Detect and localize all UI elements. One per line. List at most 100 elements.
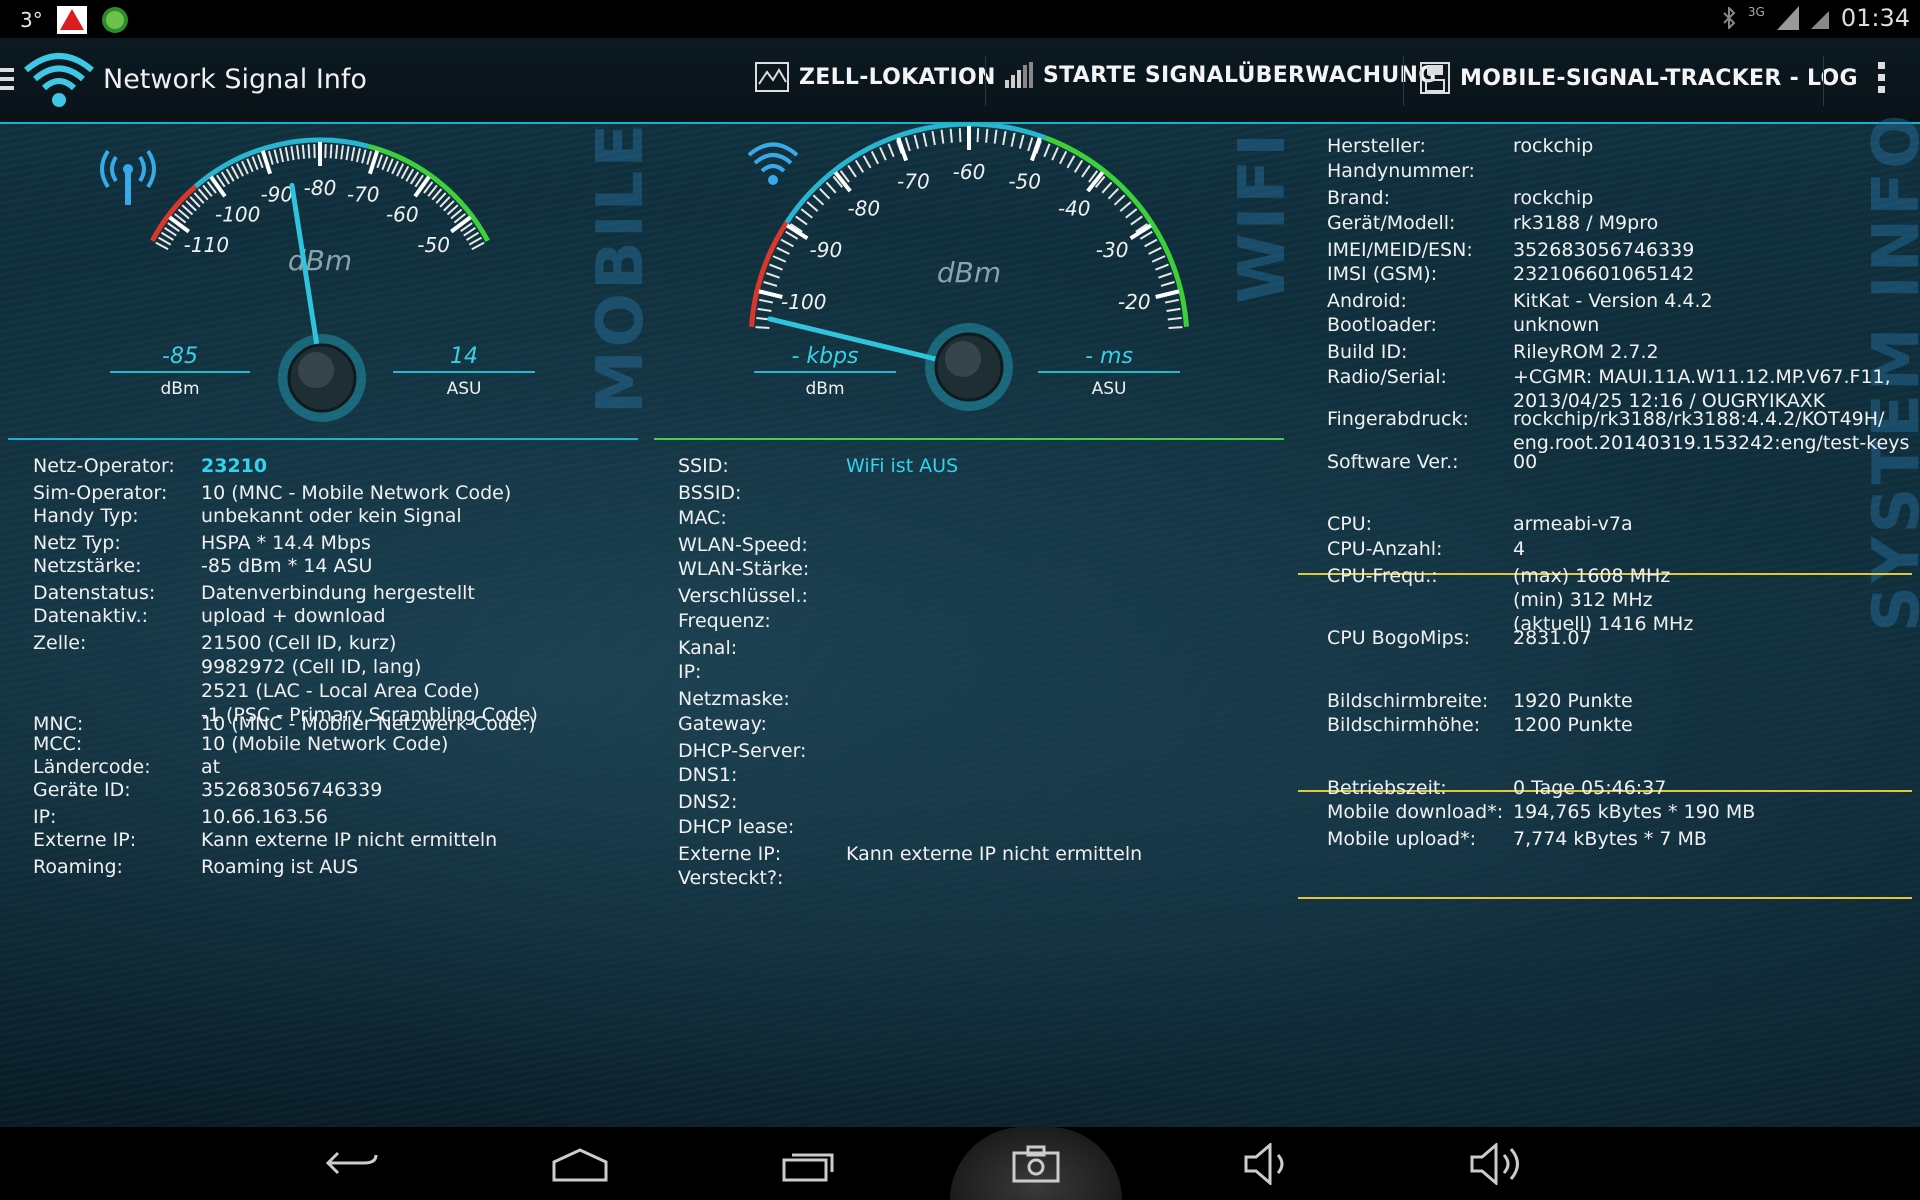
info-key: BSSID: <box>678 482 742 504</box>
info-key: Gateway: <box>678 713 767 735</box>
info-value: at <box>201 756 221 778</box>
gauge-tick-label: -110 <box>184 233 229 257</box>
bluetooth-icon <box>1723 7 1736 29</box>
wifi-logo-icon[interactable] <box>24 48 94 110</box>
info-value: 23210 <box>201 455 268 477</box>
gauge-green-arc <box>1044 135 1189 327</box>
start-monitoring-button[interactable]: STARTE SIGNALÜBERWACHUNG <box>1005 62 1437 88</box>
info-key: IP: <box>33 806 57 828</box>
gauge-minor-tick <box>913 134 920 149</box>
status-bar: 3° 3G 01:34 <box>0 0 1920 38</box>
gauge-minor-tick <box>391 160 399 175</box>
wifi-speed-unit: dBm <box>805 379 845 399</box>
gauge-minor-tick <box>931 130 936 146</box>
gauge-minor-tick <box>381 156 389 171</box>
info-key: MAC: <box>678 507 727 529</box>
info-key: DNS2: <box>678 791 738 813</box>
gauge-minor-tick <box>776 246 790 255</box>
gauge-tick-label: -80 <box>847 196 880 220</box>
info-key: Versteckt?: <box>678 867 784 889</box>
gauge-tick-label: -50 <box>1008 169 1041 193</box>
gauge-minor-tick <box>361 149 367 164</box>
gauge-minor-tick <box>870 150 880 165</box>
wifi-latency-unit: ASU <box>1091 379 1127 399</box>
info-key: DHCP-Server: <box>678 740 807 762</box>
info-key: CPU-Anzahl: <box>1327 538 1443 560</box>
gauge-major-tick <box>1155 289 1180 299</box>
info-key: Mobile upload*: <box>1327 828 1476 850</box>
info-value: rockchip <box>1513 187 1594 209</box>
gauge-minor-tick <box>1058 150 1068 165</box>
info-value: rk3188 / M9pro <box>1513 212 1659 234</box>
gauge-minor-tick <box>755 326 770 330</box>
mobile-asu-readout: 14 ASU <box>393 344 535 399</box>
info-key: DHCP lease: <box>678 816 795 838</box>
gauge-minor-tick <box>1166 307 1181 312</box>
gauge-tick-label: -20 <box>1118 290 1151 314</box>
gauge-minor-tick <box>345 146 350 161</box>
screenshot-icon[interactable] <box>1012 1145 1060 1183</box>
gauge-minor-tick <box>1107 187 1119 200</box>
gauge-minor-tick <box>246 158 254 173</box>
gauge-tick-label: -70 <box>897 169 930 193</box>
info-key: Mobile download*: <box>1327 801 1504 823</box>
info-value: armeabi-v7a <box>1513 513 1633 535</box>
info-value: upload + download <box>201 605 386 627</box>
start-monitoring-label: STARTE SIGNALÜBERWACHUNG <box>1043 62 1437 88</box>
gauge-minor-tick <box>220 171 230 185</box>
info-key: Netz Typ: <box>33 532 121 554</box>
info-key: Geräte ID: <box>33 779 131 801</box>
gauge-minor-tick <box>235 163 244 177</box>
volume-up-icon[interactable] <box>1468 1143 1528 1185</box>
info-key: IMSI (GSM): <box>1327 263 1438 285</box>
info-key: Sim-Operator: <box>33 482 168 504</box>
info-value: +CGMR: MAUI.11A.W11.12.MP.V67.F11, 2013/… <box>1513 366 1891 412</box>
gauge-minor-tick <box>993 129 998 144</box>
info-key: Hersteller: <box>1327 135 1426 157</box>
gauge-tick-label: -60 <box>953 160 986 184</box>
mobile-info-list: Netz-Operator: 23210 Sim-Operator: 10 (MNC … <box>33 454 633 894</box>
info-key: Externe IP: <box>678 843 782 865</box>
mobile-section-label: MOBILE <box>584 120 658 414</box>
drawer-menu-icon[interactable] <box>0 68 14 90</box>
gauge-minor-tick <box>759 298 774 304</box>
recent-apps-icon[interactable] <box>782 1148 838 1182</box>
wifi-latency-readout: - ms ASU <box>1038 344 1180 399</box>
gauge-minor-tick <box>1018 134 1025 149</box>
gauge-minor-tick <box>1158 272 1172 279</box>
tracker-log-button[interactable]: MOBILE-SIGNAL-TRACKER - LOG <box>1420 62 1858 94</box>
volume-down-icon[interactable] <box>1242 1143 1292 1185</box>
gauge-minor-tick <box>819 187 831 200</box>
gauge-minor-tick <box>251 156 259 171</box>
info-key: Gerät/Modell: <box>1327 212 1456 234</box>
gauge-tick-label: -30 <box>1096 238 1129 262</box>
overflow-menu-icon[interactable] <box>1878 62 1886 98</box>
cell-location-button[interactable]: ZELL-LOKATION <box>755 62 996 92</box>
gauge-minor-tick <box>279 148 285 163</box>
network-type-label: 3G <box>1747 5 1765 19</box>
info-value: 2831.07 <box>1513 627 1592 649</box>
save-icon <box>1420 62 1450 94</box>
info-key: Netzstärke: <box>33 555 142 577</box>
system-info-list: Hersteller: rockchip Handynummer: Brand: roc… <box>1327 134 1909 864</box>
gauge-minor-tick <box>466 231 480 241</box>
info-key: Verschlüssel.: <box>678 585 808 607</box>
info-value: 1920 Punkte <box>1513 690 1633 712</box>
gauge-minor-tick <box>772 255 787 263</box>
info-value: 7,774 kBytes * 7 MB <box>1513 828 1707 850</box>
info-key: WLAN-Stärke: <box>678 558 810 580</box>
gauge-minor-tick <box>800 208 813 219</box>
gauge-knob-highlight <box>945 341 981 377</box>
gauge-tick-label: -80 <box>304 176 337 200</box>
gauge-tick-label: -50 <box>417 233 450 257</box>
gauge-minor-tick <box>958 128 962 143</box>
info-key: Datenstatus: <box>33 582 156 604</box>
gauge-minor-tick <box>340 145 344 160</box>
info-value: 232106601065142 <box>1513 263 1695 285</box>
mobile-dbm-unit: dBm <box>160 379 200 399</box>
gauge-tick-label: -100 <box>781 290 826 314</box>
gauge-minor-tick <box>949 128 953 143</box>
gauge-minor-tick <box>160 231 174 241</box>
back-icon[interactable] <box>324 1145 380 1181</box>
home-icon[interactable] <box>552 1148 608 1182</box>
